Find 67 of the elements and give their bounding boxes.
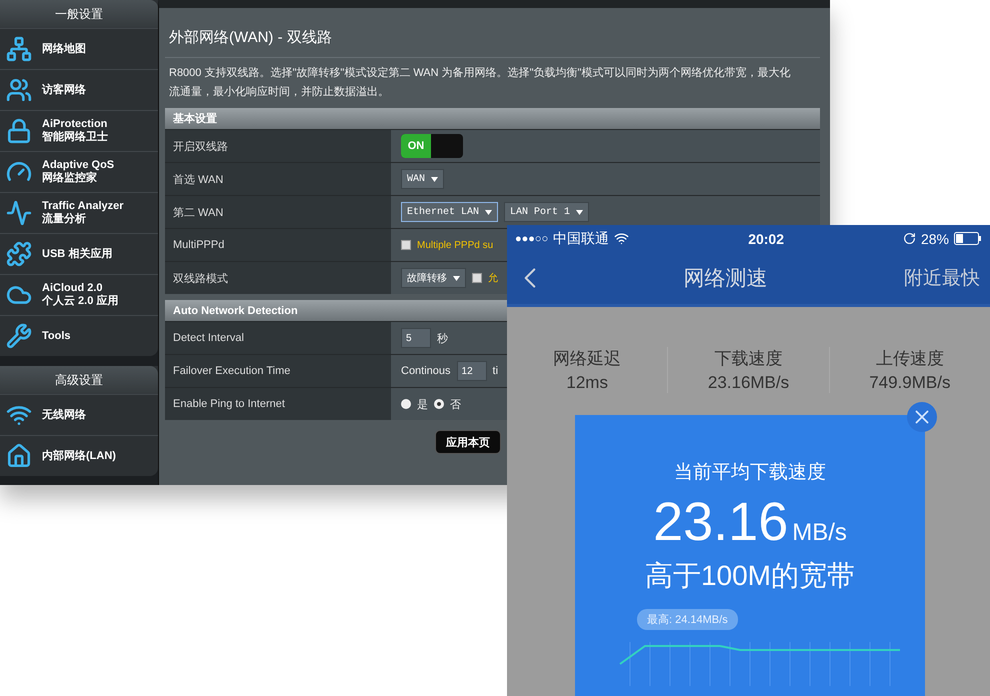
dropdown[interactable]: LAN Port 1	[504, 202, 590, 222]
stat-label: 上传速度	[876, 348, 944, 370]
stat-value: 749.9MB/s	[869, 373, 950, 393]
checkbox-label: 允	[488, 272, 498, 285]
unit-label: Continous	[401, 365, 451, 377]
unit-label: ti	[492, 365, 498, 377]
dropdown[interactable]: WAN	[401, 169, 444, 189]
menu-icon	[6, 118, 32, 144]
setting-label: Failover Execution Time	[165, 355, 391, 387]
menu-icon	[6, 77, 32, 103]
setting-label: MultiPPPd	[165, 229, 391, 261]
dropdown[interactable]: 故障转移	[401, 268, 466, 288]
battery-icon	[954, 232, 982, 245]
radio-label: 否	[450, 398, 461, 412]
signal-dots: ●●●○○	[515, 232, 548, 244]
caret-icon	[453, 276, 460, 280]
stat-label: 下载速度	[714, 348, 782, 370]
toggle-on-indicator: ON	[401, 134, 431, 158]
menu-icon	[6, 200, 32, 226]
result-caption: 当前平均下载速度	[674, 461, 826, 485]
carrier-name: 中国联通	[553, 230, 610, 248]
sidebar-item[interactable]: 网络地图	[0, 28, 158, 69]
input-field[interactable]: 5	[401, 328, 431, 348]
setting-label: Detect Interval	[165, 322, 391, 354]
menu-icon	[6, 443, 32, 469]
sidebar-section-title: 高级设置	[0, 366, 158, 394]
sidebar-item[interactable]: Tools	[0, 315, 158, 356]
nearest-fastest-link[interactable]: 附近最快	[904, 265, 980, 291]
menu-icon	[6, 241, 32, 267]
checkbox[interactable]	[401, 240, 411, 250]
radio-button[interactable]	[401, 399, 411, 409]
wifi-icon	[614, 231, 630, 246]
setting-label: 开启双线路	[165, 130, 391, 162]
section-header: 基本设置	[165, 108, 820, 129]
speed-unit: MB/s	[792, 519, 847, 547]
sidebar-section-title: 一般设置	[0, 0, 158, 28]
sidebar-item[interactable]: 内部网络(LAN)	[0, 435, 158, 476]
comparison-text: 高于100M的宽带	[644, 559, 856, 593]
speed-value: 23.16	[653, 491, 788, 553]
apply-button[interactable]: 应用本页	[435, 430, 501, 454]
caret-icon	[485, 210, 492, 214]
stat-label: 网络延迟	[553, 348, 622, 370]
stat-value: 23.16MB/s	[708, 373, 790, 393]
battery-percent: 28%	[920, 230, 949, 246]
stat-value: 12ms	[566, 373, 608, 393]
setting-label: 双线路模式	[165, 262, 391, 294]
clock-time: 20:02	[748, 230, 784, 246]
dropdown[interactable]: Ethernet LAN	[401, 202, 498, 222]
checkbox-label: Multiple PPPd su	[417, 240, 494, 250]
page-title: 外部网络(WAN) - 双线路	[165, 16, 820, 58]
peak-speed-tooltip: 最高: 24.14MB/s	[637, 609, 738, 630]
sidebar-item[interactable]: USB 相关应用	[0, 233, 158, 274]
caret-icon	[576, 210, 584, 214]
menu-icon	[6, 36, 32, 62]
screen-title: 网络测速	[684, 266, 768, 292]
caret-icon	[431, 176, 438, 182]
checkbox[interactable]	[472, 273, 482, 283]
radio-button[interactable]	[434, 399, 444, 409]
setting-label: 首选 WAN	[165, 163, 391, 195]
input-field[interactable]: 12	[456, 361, 487, 381]
radio-label: 是	[417, 398, 428, 412]
setting-label: 第二 WAN	[165, 196, 391, 228]
page-description: R8000 支持双线路。选择"故障转移"模式设定第二 WAN 为备用网络。选择"负载均衡"模式可以同时为两个网络优化带宽，最大化流通量，最小化响应时间，并防止数据溢出。	[168, 66, 792, 100]
menu-icon	[6, 323, 32, 349]
unit-label: 秒	[437, 332, 448, 346]
close-button[interactable]	[907, 402, 937, 432]
setting-label: Enable Ping to Internet	[165, 388, 391, 420]
